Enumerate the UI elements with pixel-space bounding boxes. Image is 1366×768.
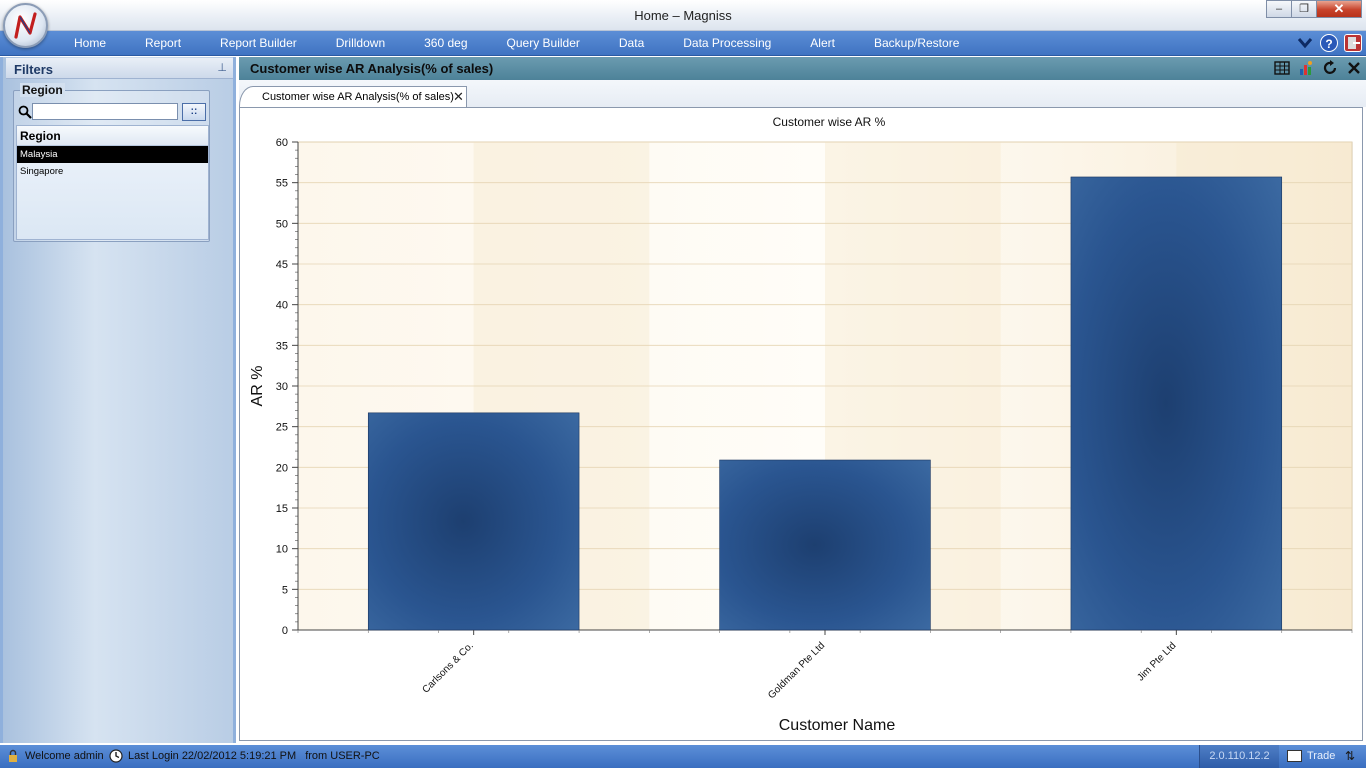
last-login-status: Last Login 22/02/2012 5:19:21 PM from US… xyxy=(109,749,380,763)
y-tick-label: 20 xyxy=(276,462,288,474)
title-bar: Home – Magniss – ❐ ✕ xyxy=(0,0,1366,31)
y-tick-label: 5 xyxy=(282,584,288,596)
menu-item-report[interactable]: Report xyxy=(145,31,181,56)
welcome-text: Welcome admin xyxy=(25,750,104,762)
user-lock-icon xyxy=(9,749,17,762)
region-list: Region Malaysia Singapore xyxy=(16,125,209,240)
menu-item-data-processing[interactable]: Data Processing xyxy=(683,31,771,56)
x-tick-label: Carlsons & Co. xyxy=(420,640,475,695)
menu-item-360-deg[interactable]: 360 deg xyxy=(424,31,467,56)
window-controls: – ❐ ✕ xyxy=(1266,0,1362,19)
help-icon[interactable]: ? xyxy=(1320,34,1338,52)
tab-close-icon[interactable]: ✕ xyxy=(453,89,464,105)
region-search-input[interactable] xyxy=(32,103,178,120)
minimize-button[interactable]: – xyxy=(1266,0,1292,18)
chart-settings-icon[interactable] xyxy=(1298,60,1314,76)
menu-item-report-builder[interactable]: Report Builder xyxy=(220,31,297,56)
y-tick-label: 60 xyxy=(276,137,288,149)
x-tick-label: Jim Pte Ltd xyxy=(1135,640,1178,683)
y-tick-label: 35 xyxy=(276,340,288,352)
connection-icon: ⇅ xyxy=(1345,749,1356,763)
y-tick-label: 45 xyxy=(276,259,288,271)
chevron-down-icon[interactable] xyxy=(1296,34,1314,52)
bar-0 xyxy=(367,412,580,631)
region-item-singapore[interactable]: Singapore xyxy=(17,163,208,180)
y-tick-label: 50 xyxy=(276,218,288,230)
welcome-status: Welcome admin xyxy=(6,749,104,763)
region-group-label: Region xyxy=(20,83,65,97)
menu-items: Home Report Report Builder Drilldown 360 deg… xyxy=(74,31,998,56)
exit-icon[interactable] xyxy=(1344,34,1362,52)
search-icon xyxy=(18,105,32,119)
y-axis-label: AR % xyxy=(249,366,266,407)
trade-status: Trade ⇅ xyxy=(1283,745,1366,768)
close-window-button[interactable]: ✕ xyxy=(1316,0,1362,18)
region-rows: Malaysia Singapore xyxy=(17,146,208,180)
y-tick-label: 10 xyxy=(276,544,288,556)
pin-icon[interactable]: ⊥ xyxy=(217,61,227,74)
y-tick-label: 30 xyxy=(276,381,288,393)
region-list-header: Region xyxy=(17,126,208,146)
tab-report[interactable]: Customer wise AR Analysis(% of sales) ✕ xyxy=(239,86,467,108)
refresh-icon[interactable] xyxy=(1322,60,1338,76)
report-toolbar xyxy=(1274,60,1362,76)
y-tick-label: 0 xyxy=(282,625,288,637)
menu-item-alert[interactable]: Alert xyxy=(810,31,835,56)
app-logo-icon[interactable] xyxy=(3,3,48,48)
status-bar: Welcome admin Last Login 22/02/2012 5:19… xyxy=(0,745,1366,768)
region-filter-group: Region :: Region Malaysia Singapore xyxy=(13,83,210,242)
region-search-button[interactable]: :: xyxy=(182,103,206,121)
main-header: Customer wise AR Analysis(% of sales) xyxy=(239,57,1366,80)
filters-title: Filters xyxy=(14,62,54,77)
y-tick-label: 25 xyxy=(276,422,288,434)
chart-area: Customer wise AR % 0 5 10 15 20 25 30 35 40 45 50 55… xyxy=(239,107,1363,741)
menu-item-home[interactable]: Home xyxy=(74,31,106,56)
report-title: Customer wise AR Analysis(% of sales) xyxy=(250,61,494,76)
calendar-icon xyxy=(1287,750,1302,762)
menu-item-backup-restore[interactable]: Backup/Restore xyxy=(874,31,959,56)
maximize-button[interactable]: ❐ xyxy=(1291,0,1317,18)
grid-icon[interactable] xyxy=(1274,60,1290,76)
y-tick-label: 40 xyxy=(276,300,288,312)
y-tick-label: 55 xyxy=(276,178,288,190)
login-from-text: from USER-PC xyxy=(305,750,380,762)
menu-item-query-builder[interactable]: Query Builder xyxy=(507,31,580,56)
menu-bar: Home Report Report Builder Drilldown 360 deg… xyxy=(0,31,1366,56)
y-tick-label: 15 xyxy=(276,503,288,515)
filters-panel: Filters ⊥ Region :: Region Malaysia Singa… xyxy=(0,57,236,743)
login-history-icon xyxy=(109,749,123,763)
menu-item-data[interactable]: Data xyxy=(619,31,644,56)
menu-item-drilldown[interactable]: Drilldown xyxy=(336,31,385,56)
tab-strip: Customer wise AR Analysis(% of sales) ✕ xyxy=(239,80,1366,108)
bar-1 xyxy=(719,459,931,631)
x-axis-label: Customer Name xyxy=(779,717,896,734)
region-item-malaysia[interactable]: Malaysia xyxy=(17,146,208,163)
x-tick-label: Goldman Pte Ltd xyxy=(766,640,827,701)
logo-n-icon xyxy=(14,12,37,39)
bar-2 xyxy=(1070,176,1283,631)
tab-label: Customer wise AR Analysis(% of sales) xyxy=(262,91,454,103)
chart-title: Customer wise AR % xyxy=(773,115,886,129)
menu-right-icons: ? xyxy=(1296,34,1362,52)
trade-text: Trade xyxy=(1307,750,1336,762)
version-label: 2.0.110.12.2 xyxy=(1199,745,1279,768)
filters-header: Filters ⊥ xyxy=(6,58,233,79)
close-icon[interactable] xyxy=(1346,60,1362,76)
last-login-text: Last Login 22/02/2012 5:19:21 PM xyxy=(128,750,297,762)
window-title: Home – Magniss xyxy=(634,8,732,23)
bar-chart: Customer wise AR % 0 5 10 15 20 25 30 35 40 45 50 55… xyxy=(249,115,1353,734)
